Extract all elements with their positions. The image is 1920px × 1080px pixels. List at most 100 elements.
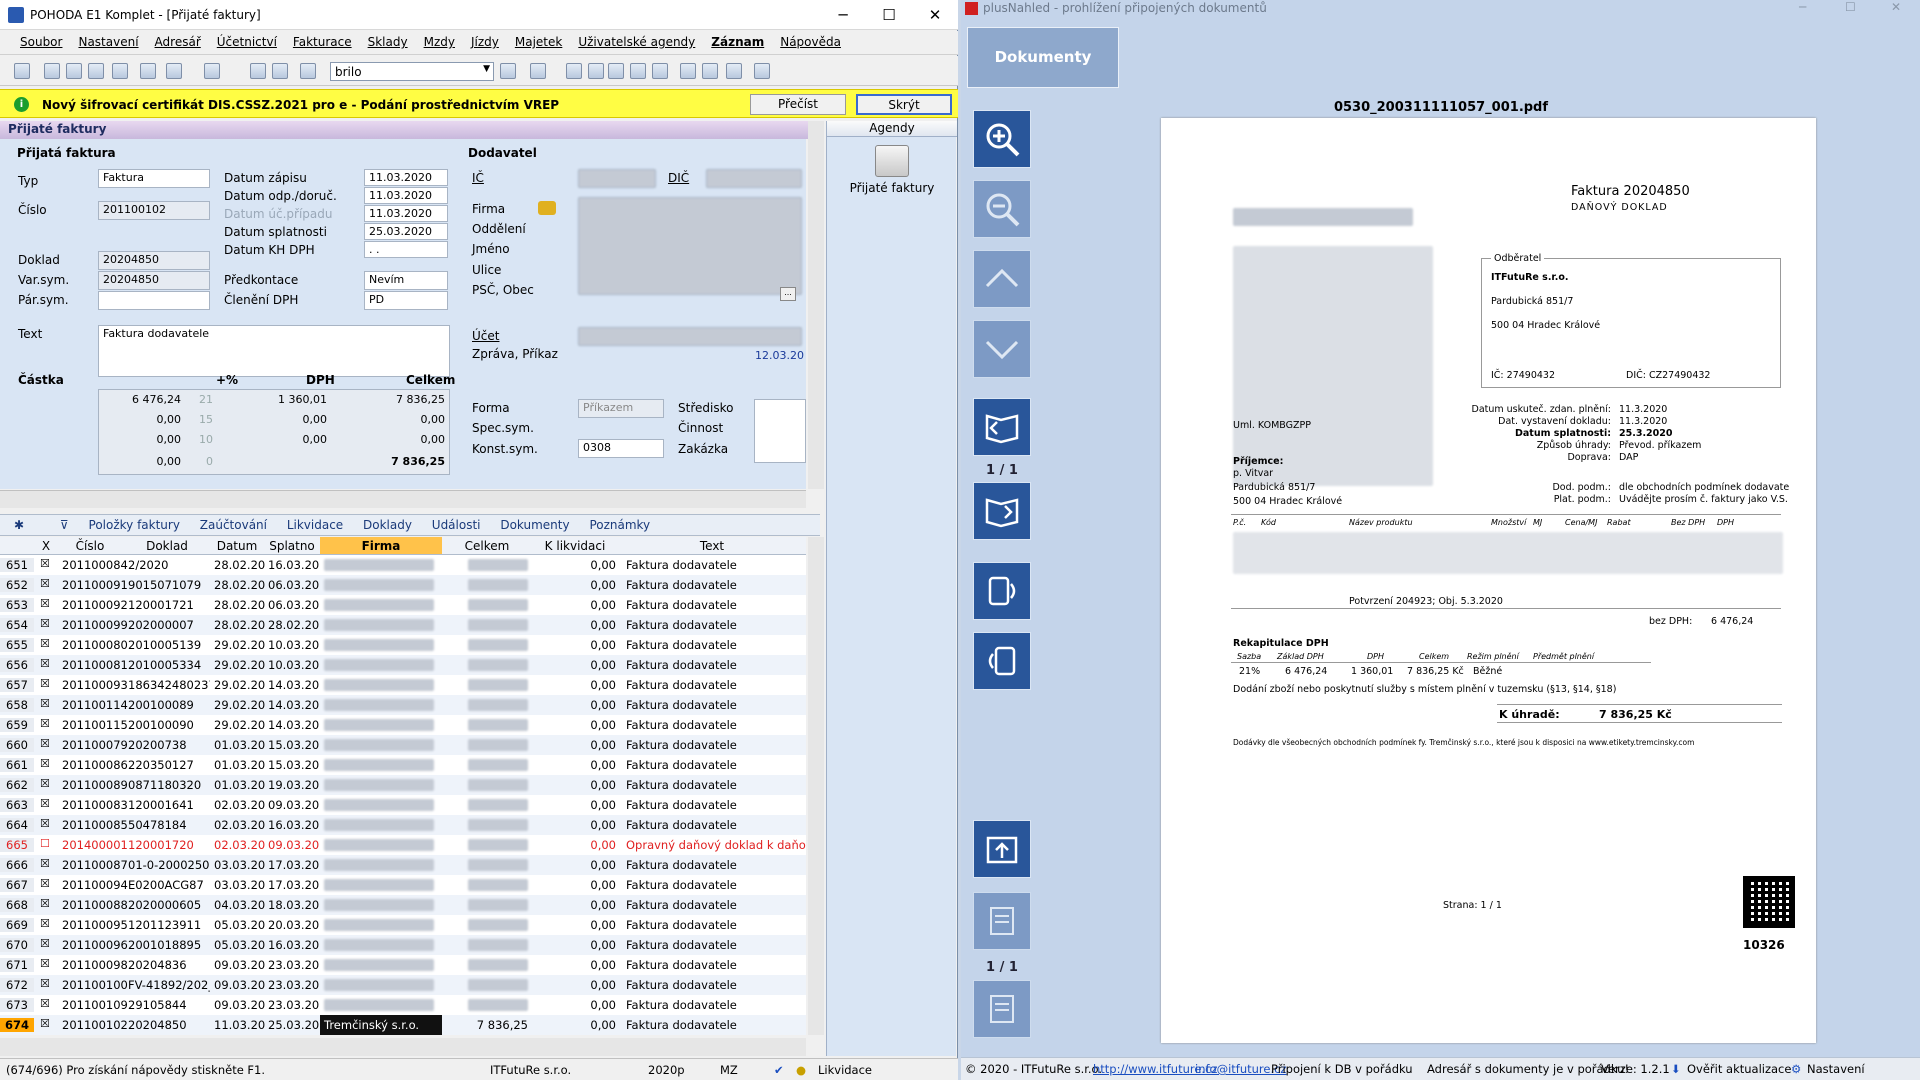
form-horizontal-scrollbar[interactable] (0, 490, 806, 508)
grid-icon[interactable] (588, 63, 604, 79)
table-row[interactable]: 654 ☒ 201100099 202000007 28.02.20 28.02.20 0,… (0, 615, 806, 635)
tools-icon[interactable] (726, 63, 742, 79)
col-datum[interactable]: Datum (210, 539, 264, 553)
amount-base[interactable]: 0,00 (103, 455, 182, 468)
table-row[interactable]: 663 ☒ 201100083 120001641 02.03.20 09.03.20 0,… (0, 795, 806, 815)
predkontace-field[interactable]: Nevím (364, 271, 448, 290)
datum-uc-field[interactable]: 11.03.2020 (364, 205, 448, 222)
stredisko-field[interactable] (754, 399, 806, 463)
users-icon[interactable] (630, 63, 646, 79)
table-row[interactable]: 660 ☒ 201100079 20200738 01.03.20 15.03.20 0,0… (0, 735, 806, 755)
parsym-field[interactable] (98, 291, 210, 310)
form-vertical-scrollbar[interactable] (808, 121, 824, 489)
amount-dph[interactable]: 0,00 (229, 433, 328, 446)
tab-likvidace[interactable]: Likvidace (279, 515, 351, 535)
cislo-field[interactable]: 201100102 (98, 201, 210, 220)
ucet-label[interactable]: Účet (472, 329, 499, 343)
table-row[interactable]: 673 ☒ 201100109 29105844 09.03.20 23.03.20 0,0… (0, 995, 806, 1015)
table-row[interactable]: 652 ☒ 201100091 9015071079 28.02.20 06.03.20 0… (0, 575, 806, 595)
amount-base[interactable]: 0,00 (103, 413, 182, 426)
table-row[interactable]: 656 ☒ 201100081 2010005334 29.02.20 10.03.20 0… (0, 655, 806, 675)
print-preview-icon[interactable] (66, 63, 82, 79)
table-row[interactable]: 667 ☒ 201100094 E0200ACG87 03.03.20 17.03.20 0… (0, 875, 806, 895)
help-icon[interactable] (754, 63, 770, 79)
cleneni-field[interactable]: PD (364, 291, 448, 310)
hide-button[interactable]: Skrýt (856, 94, 952, 115)
table-vertical-scrollbar[interactable] (808, 537, 824, 1035)
col-k-likvidaci[interactable]: K likvidaci (532, 539, 618, 553)
filter-icon[interactable] (500, 63, 516, 79)
table-row[interactable]: 669 ☒ 201100095 1201123911 05.03.20 20.03.20 0… (0, 915, 806, 935)
supplier-address-field[interactable] (578, 197, 802, 295)
forma-select[interactable]: Příkazem (578, 399, 664, 418)
menu-mzdy[interactable]: Mzdy (416, 31, 463, 53)
dic-field[interactable] (706, 169, 802, 188)
minimize-icon[interactable]: ─ (820, 0, 866, 30)
back-arrow-icon[interactable] (204, 63, 220, 79)
page-down-icon[interactable] (973, 320, 1031, 378)
menu-nastaveni[interactable]: Nastavení (70, 31, 146, 53)
cancel-icon[interactable] (272, 63, 288, 79)
list-icon[interactable] (973, 892, 1031, 950)
typ-select[interactable]: Faktura (98, 169, 210, 188)
save-icon[interactable] (250, 63, 266, 79)
doklad-field[interactable]: 20204850 (98, 251, 210, 270)
read-button[interactable]: Přečíst (750, 94, 846, 115)
new-record-icon[interactable] (140, 63, 156, 79)
dic-label[interactable]: DIČ (668, 171, 689, 185)
menu-adresar[interactable]: Adresář (147, 31, 209, 53)
amount-dph[interactable]: 0,00 (229, 413, 328, 426)
download-icon[interactable]: ⬇ (1671, 1062, 1681, 1076)
amount-total[interactable]: 0,00 (339, 433, 446, 446)
col-splatno[interactable]: Splatno (264, 539, 320, 553)
dokumenty-button[interactable]: Dokumenty (967, 27, 1119, 88)
window-icon[interactable] (680, 63, 696, 79)
check-updates-button[interactable]: Ověřit aktualizace (1687, 1062, 1791, 1076)
tab-udalosti[interactable]: Události (424, 515, 489, 535)
amount-dph[interactable]: 1 360,01 (229, 393, 327, 406)
amount-base[interactable]: 6 476,24 (103, 393, 181, 406)
ic-label[interactable]: IČ (472, 171, 484, 185)
tab-doklady[interactable]: Doklady (355, 515, 420, 535)
edit-icon[interactable] (166, 63, 182, 79)
menu-napoveda[interactable]: Nápověda (772, 31, 849, 53)
settings-button[interactable]: Nastavení (1807, 1062, 1865, 1076)
table-row[interactable]: 661 ☒ 201100086 220350127 01.03.20 15.03.20 0,… (0, 755, 806, 775)
window2-icon[interactable] (702, 63, 718, 79)
col-x[interactable]: X (36, 539, 56, 553)
menu-sklady[interactable]: Sklady (360, 31, 416, 53)
star-icon[interactable]: ✱ (6, 515, 32, 535)
menu-ucetnictvi[interactable]: Účetnictví (209, 31, 285, 53)
report-icon[interactable] (652, 63, 668, 79)
table-row[interactable]: 666 ☒ 201100087 01-0-2000250 03.03.20 17.03.2… (0, 855, 806, 875)
book-prev-icon[interactable] (973, 398, 1031, 456)
table-row[interactable]: 674 ☒ 201100102 20204850 11.03.20 25.03.20 Tre… (0, 1015, 806, 1035)
print-icon[interactable] (44, 63, 60, 79)
maximize-icon[interactable]: ☐ (1845, 0, 1856, 14)
rotate-right-icon[interactable] (973, 562, 1031, 620)
book-next-icon[interactable] (973, 482, 1031, 540)
amount-total[interactable]: 7 836,25 (339, 393, 445, 406)
table-row[interactable]: 670 ☒ 201100096 2001018895 05.03.20 16.03.20 0… (0, 935, 806, 955)
menu-majetek[interactable]: Majetek (507, 31, 570, 53)
menu-jizdy[interactable]: Jízdy (463, 31, 507, 53)
tab-poznamky[interactable]: Poznámky (581, 515, 658, 535)
tab-dokumenty[interactable]: Dokumenty (492, 515, 577, 535)
table-row[interactable]: 665 ☐ 201400001 120001720 02.03.20 09.03.20 0,… (0, 835, 806, 855)
print-setup-icon[interactable] (88, 63, 104, 79)
table-row[interactable]: 651 ☒ 201100084 2/2020 28.02.20 16.03.20 0,00 F… (0, 555, 806, 575)
toolbar-icon[interactable] (14, 63, 30, 79)
refresh-icon[interactable] (566, 63, 582, 79)
table-row[interactable]: 672 ☒ 201100100 FV-41892/202_ 09.03.20 23.03.… (0, 975, 806, 995)
maximize-icon[interactable]: ☐ (866, 0, 912, 30)
menu-zaznam[interactable]: Záznam (703, 31, 772, 53)
ucet-field[interactable] (578, 327, 802, 346)
address-book-icon[interactable] (538, 201, 556, 215)
list2-icon[interactable] (973, 980, 1031, 1038)
text-field[interactable]: Faktura dodavatele (98, 325, 450, 377)
tab-zauctovani[interactable]: Zaúčtování (192, 515, 275, 535)
table-row[interactable]: 655 ☒ 201100080 2010005139 29.02.20 10.03.20 0… (0, 635, 806, 655)
close-icon[interactable]: ✕ (912, 0, 958, 30)
datum-odp-field[interactable]: 11.03.2020 (364, 187, 448, 204)
minimize-icon[interactable]: ─ (1799, 0, 1806, 14)
